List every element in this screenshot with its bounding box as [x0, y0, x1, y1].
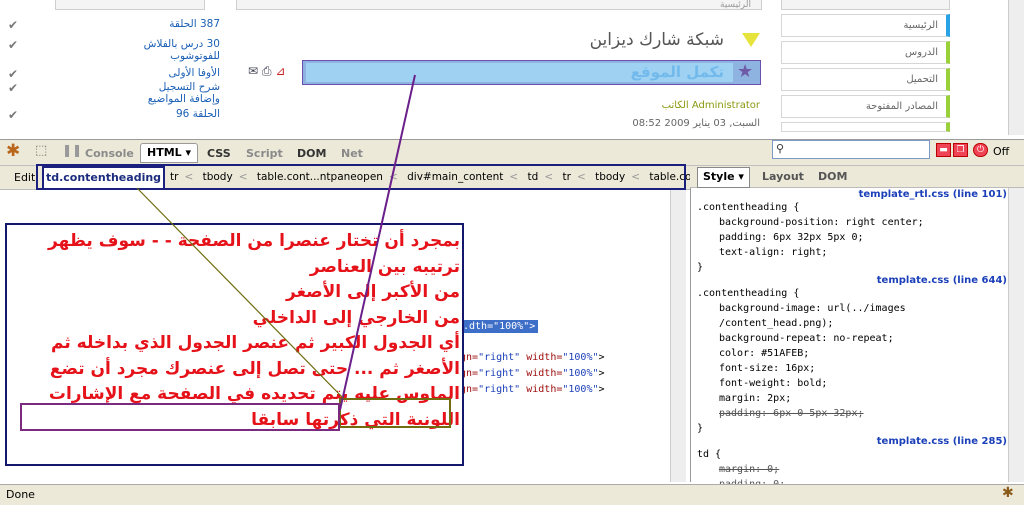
web-page: الرئيسية ✔ 387 الحلقة ✔ 30 درس بالفلاش للف… — [0, 0, 1024, 135]
tab-side-dom[interactable]: DOM — [818, 170, 847, 183]
tab-script[interactable]: Script — [246, 147, 283, 160]
list-item[interactable]: وإضافة المواضيع — [100, 93, 220, 108]
html-line[interactable]: gn="right" width="100%"> — [460, 352, 605, 363]
breadcrumb-item[interactable]: td — [528, 171, 539, 183]
list-item[interactable]: للفوتوشوب — [100, 50, 220, 67]
html-panel-scrollbar[interactable] — [670, 190, 686, 482]
list-item[interactable]: ✔ 387 الحلقة — [8, 18, 220, 38]
star-icon: ★ — [737, 61, 754, 82]
annotation-line: بمجرد أن تختار عنصرا من الصفحة - - سوف ي… — [48, 231, 460, 251]
rule-selector: .contentheading { — [697, 202, 800, 213]
annotation-purple-box — [20, 403, 340, 431]
article-author: الكاتب Administrator — [661, 100, 760, 111]
menu-item-more[interactable] — [781, 122, 950, 132]
breadcrumb-item[interactable]: tr — [170, 171, 178, 183]
html-line[interactable]: gn="right" width="100%"> — [460, 368, 605, 379]
tab-html[interactable]: HTML ▾ — [140, 143, 199, 163]
content-heading: تكمل الموقع — [630, 63, 724, 81]
selected-node-code[interactable]: .dth="100%"> — [460, 320, 539, 333]
page-title: شبكة شارك ديزاين — [589, 30, 724, 50]
minimize-button[interactable]: ▬ — [936, 143, 951, 157]
firebug-bug-icon[interactable]: ✱ — [6, 141, 20, 161]
rule-selector: td { — [697, 449, 722, 460]
triangle-bullet-icon — [742, 33, 760, 47]
check-icon: ✔ — [8, 108, 19, 122]
css-property[interactable]: background-image: url(../images — [697, 301, 1007, 316]
off-label[interactable]: Off — [993, 145, 1009, 158]
tab-style[interactable]: Style ▾ — [697, 167, 750, 188]
status-text: Done — [6, 488, 35, 501]
annotation-line: ترتيبه بين العناصر — [309, 256, 460, 277]
firebug-search-input[interactable]: ⚲ — [772, 140, 930, 159]
breadcrumb-item[interactable]: tbody — [595, 171, 625, 183]
css-property[interactable]: text-align: right; — [697, 245, 1007, 260]
css-property[interactable]: font-weight: bold; — [697, 376, 1007, 391]
breadcrumb: tr < tbody < table.cont...ntpaneopen < div#… — [170, 171, 720, 183]
css-property-overridden[interactable]: padding: 6px 0 5px 32px; — [697, 406, 1007, 421]
article-tools: ✉ ⎙ ⊿ — [248, 64, 285, 79]
css-property[interactable]: margin: 2px; — [697, 391, 1007, 406]
css-property[interactable]: font-size: 16px; — [697, 361, 1007, 376]
print-icon[interactable]: ⎙ — [262, 64, 272, 79]
check-icon: ✔ — [8, 18, 19, 32]
email-icon[interactable]: ✉ — [248, 64, 258, 78]
menu-item-lessons[interactable]: الدروس — [781, 41, 950, 64]
inspect-icon[interactable]: ⬚ — [35, 143, 47, 158]
breadcrumb-item[interactable]: table.cont...ntpaneopen — [257, 171, 383, 183]
css-property-overridden[interactable]: margin: 0; — [697, 462, 1007, 477]
tab-css[interactable]: CSS — [207, 147, 231, 160]
list-item[interactable]: ✔ الأوفا الأولى — [8, 67, 220, 81]
css-property[interactable]: padding: 6px 32px 5px 0; — [697, 230, 1007, 245]
tab-console[interactable]: Console — [85, 147, 134, 160]
screenshot: { "web": { "top_left_stub": "", "top_cen… — [0, 0, 1024, 505]
annotation-olive-box — [339, 398, 451, 428]
css-property[interactable]: background-repeat: no-repeat; — [697, 331, 1007, 346]
list-item[interactable]: ✔ 30 درس بالفلاش — [8, 38, 220, 51]
menu-item-downloads[interactable]: التحميل — [781, 68, 950, 91]
breadcrumb-selected[interactable]: td.contentheading — [42, 166, 165, 190]
style-panel-scrollbar[interactable] — [1008, 188, 1024, 482]
breadcrumb-item[interactable]: tbody — [203, 171, 233, 183]
top-right-box — [781, 0, 950, 10]
main-menu: الرئيسية الدروس التحميل المصادر المفتوحة — [781, 14, 950, 135]
list-item[interactable]: ✔ الحلقة 96 — [8, 108, 220, 121]
html-line[interactable]: gn="right" width="100%"> — [460, 384, 605, 395]
detach-button[interactable]: ❐ — [953, 143, 968, 157]
css-rules-list: template_rtl.css (line 101) .contenthead… — [697, 188, 1007, 505]
page-scrollbar[interactable] — [1008, 0, 1024, 135]
annotation-line: أي الجدول الكبير ثم عنصر الجدول الذي بدا… — [51, 333, 460, 353]
css-property[interactable]: /content_head.png); — [697, 316, 1007, 331]
top-center-box: الرئيسية — [236, 0, 762, 10]
rule-close: } — [697, 262, 704, 273]
tab-layout[interactable]: Layout — [762, 170, 804, 183]
menu-item-home[interactable]: الرئيسية — [781, 14, 950, 37]
annotation-line: الأصغر ثم ... حتى تصل إلى عنصرك مجرد أن … — [49, 358, 460, 379]
menu-item-open-source[interactable]: المصادر المفتوحة — [781, 95, 950, 118]
top-left-box — [55, 0, 205, 10]
rule-close: } — [697, 423, 704, 434]
edit-button[interactable]: Edit — [14, 171, 35, 184]
css-property[interactable]: color: #51AFEB; — [697, 346, 1007, 361]
tab-net[interactable]: Net — [341, 147, 363, 160]
check-icon: ✔ — [8, 67, 19, 81]
search-icon: ⚲ — [776, 142, 785, 155]
recent-posts-list: ✔ 387 الحلقة ✔ 30 درس بالفلاش للفوتوشوب ✔ ا… — [8, 18, 220, 121]
breadcrumb-item[interactable]: div#main_content — [407, 171, 503, 183]
article-date: السبت, 03 يناير 2009 08:52 — [632, 118, 760, 129]
pause-icon[interactable]: ❚❚ — [62, 143, 82, 157]
tab-dom[interactable]: DOM — [297, 147, 326, 160]
annotation-line: من الخارجي إلى الداخلي — [252, 307, 460, 328]
list-item[interactable]: ✔ شرح التسجيل — [8, 81, 220, 94]
power-icon[interactable]: ⏻ — [973, 143, 988, 157]
breadcrumb-item[interactable]: tr — [563, 171, 571, 183]
status-bar — [0, 484, 1024, 505]
pdf-icon[interactable]: ⊿ — [275, 64, 285, 78]
css-property[interactable]: background-position: right center; — [697, 215, 1007, 230]
rule-selector: .contentheading { — [697, 288, 800, 299]
status-firebug-icon[interactable]: ✱ — [1002, 485, 1014, 501]
annotation-line: من الأكبر إلى الأصغر — [286, 282, 460, 302]
